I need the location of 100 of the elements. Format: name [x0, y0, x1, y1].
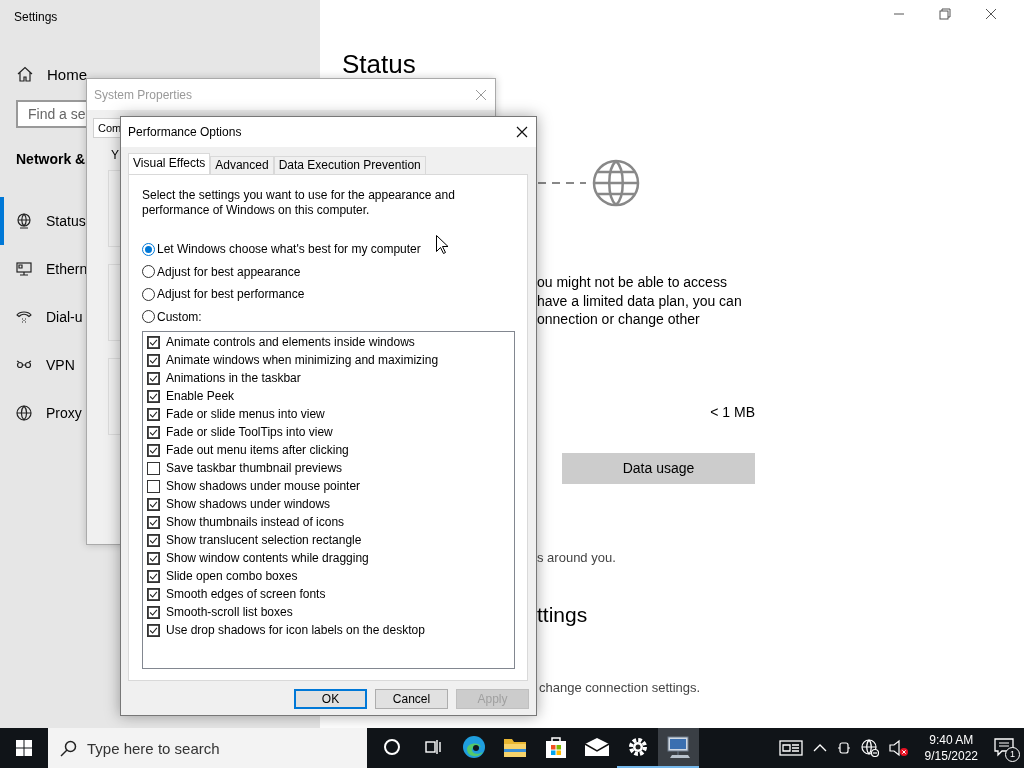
notification-count: 1: [1005, 747, 1020, 762]
home-link[interactable]: Home: [17, 64, 87, 84]
radio-label: Custom:: [157, 309, 202, 324]
checkbox-label: Animate windows when minimizing and maximizing: [166, 353, 439, 367]
sidebar-item[interactable]: VPN: [0, 341, 75, 389]
radio-button[interactable]: [142, 265, 155, 279]
window-title: Settings: [14, 10, 59, 24]
checkbox[interactable]: [147, 479, 160, 493]
cursor-icon: [436, 235, 448, 254]
dialog-title: Performance Options: [128, 125, 242, 139]
tab[interactable]: Data Execution Prevention: [273, 156, 426, 174]
checkbox[interactable]: [147, 605, 160, 619]
section-title: Network &: [16, 151, 86, 169]
radio-button[interactable]: [142, 310, 155, 324]
checkbox-label: Fade or slide ToolTips into view: [166, 425, 333, 439]
checkbox[interactable]: [147, 371, 160, 385]
checkbox[interactable]: [147, 389, 160, 403]
checkbox-label: Show thumbnails instead of icons: [166, 515, 345, 529]
description-text: ou might not be able to access have a limited data plan, you can onnection or change other: [537, 273, 743, 329]
network-icon[interactable]: [860, 739, 879, 757]
globe-icon: [16, 405, 32, 421]
close-icon[interactable]: [985, 8, 997, 20]
clock-time[interactable]: 9:40 AM: [929, 732, 974, 748]
device-icon[interactable]: [836, 740, 851, 756]
clock-date[interactable]: 9/15/2022: [924, 748, 978, 764]
checkbox[interactable]: [147, 515, 160, 529]
checkbox[interactable]: [147, 353, 160, 367]
close-icon[interactable]: [516, 126, 528, 138]
radio-label: Adjust for best performance: [157, 287, 305, 302]
checkbox-label: Enable Peek: [166, 389, 235, 403]
checkbox-label: Slide open combo boxes: [166, 569, 298, 583]
sidebar-item[interactable]: Ethern: [0, 245, 88, 293]
radio-label: Adjust for best appearance: [157, 264, 301, 279]
restore-icon[interactable]: [939, 8, 951, 20]
computer-icon: [665, 735, 692, 759]
checkbox-label: Fade out menu items after clicking: [166, 443, 349, 457]
phone-icon: [16, 309, 32, 325]
checkbox-label: Fade or slide menus into view: [166, 407, 325, 421]
mail-icon: [583, 737, 610, 757]
checkbox[interactable]: [147, 587, 160, 601]
checkbox[interactable]: [147, 623, 160, 637]
radio-label: Let Windows choose what's best for my computer: [157, 242, 421, 257]
checkbox-label: Smooth edges of screen fonts: [166, 587, 326, 601]
chevron-up-icon[interactable]: [812, 743, 827, 753]
globe-icon: [16, 213, 32, 229]
taskbar-button[interactable]: [658, 728, 699, 768]
connection-line: [538, 182, 586, 184]
tab[interactable]: Advanced: [210, 156, 274, 174]
monitor-icon: [16, 261, 32, 277]
checkbox-label: Use drop shadows for icon labels on the desktop: [166, 623, 425, 637]
radio-button[interactable]: [142, 242, 155, 256]
checkbox[interactable]: [147, 425, 160, 439]
store-icon: [544, 735, 567, 759]
section-heading: ttings: [537, 602, 589, 628]
checkbox-label: Animate controls and elements inside windows: [166, 335, 415, 349]
cortana-icon: [382, 738, 401, 756]
checkbox[interactable]: [147, 443, 160, 457]
news-icon[interactable]: [778, 740, 803, 756]
window-title: System Properties: [94, 87, 193, 102]
folder-icon: [502, 736, 527, 758]
windows-icon: [16, 740, 32, 756]
data-amount: < 1 MB: [709, 403, 755, 420]
page-heading: Status: [342, 50, 416, 78]
sidebar-item[interactable]: Dial-u: [0, 293, 83, 341]
dialog-button[interactable]: Cancel: [375, 689, 448, 709]
tab[interactable]: Visual Effects: [128, 153, 211, 174]
checkbox[interactable]: [147, 497, 160, 511]
radio-option[interactable]: Custom:: [142, 305, 527, 328]
radio-option[interactable]: Adjust for best appearance: [142, 260, 527, 283]
task-view-icon: [423, 738, 442, 756]
checkbox[interactable]: [147, 551, 160, 565]
checkbox-label: Smooth-scroll list boxes: [166, 605, 293, 619]
checkbox-label: Show window contents while dragging: [166, 551, 369, 565]
notifications-icon[interactable]: [994, 737, 1014, 757]
home-icon: [17, 66, 33, 82]
description-text: change connection settings.: [539, 679, 701, 695]
checkbox[interactable]: [147, 461, 160, 475]
data-usage-button[interactable]: Data usage: [562, 452, 755, 484]
gear-icon: [626, 736, 649, 758]
sidebar-item[interactable]: Proxy: [0, 389, 82, 437]
radio-button[interactable]: [142, 287, 155, 301]
checkbox[interactable]: [147, 569, 160, 583]
radio-option[interactable]: Adjust for best performance: [142, 283, 527, 306]
checkbox-label: Show shadows under windows: [166, 497, 331, 511]
checkbox[interactable]: [147, 335, 160, 349]
radio-option[interactable]: Let Windows choose what's best for my computer: [142, 238, 527, 261]
dialog-button[interactable]: OK: [294, 689, 367, 709]
search-icon: [60, 739, 77, 757]
checkbox-label: Animations in the taskbar: [166, 371, 301, 385]
checkbox-label: Show translucent selection rectangle: [166, 533, 362, 547]
checkbox[interactable]: [147, 407, 160, 421]
body-text: Y: [111, 148, 120, 162]
muted-speaker-icon[interactable]: [888, 739, 909, 757]
checkbox-label: Show shadows under mouse pointer: [166, 479, 361, 493]
globe-icon: [592, 159, 640, 207]
note-text: s around you.: [537, 549, 617, 565]
taskbar-search-field[interactable]: Type here to search: [48, 728, 367, 768]
description-text: Select the settings you want to use for the appearance and performance of Windows on this computer.: [142, 188, 456, 218]
checkbox[interactable]: [147, 533, 160, 547]
browser-icon: [461, 735, 486, 759]
